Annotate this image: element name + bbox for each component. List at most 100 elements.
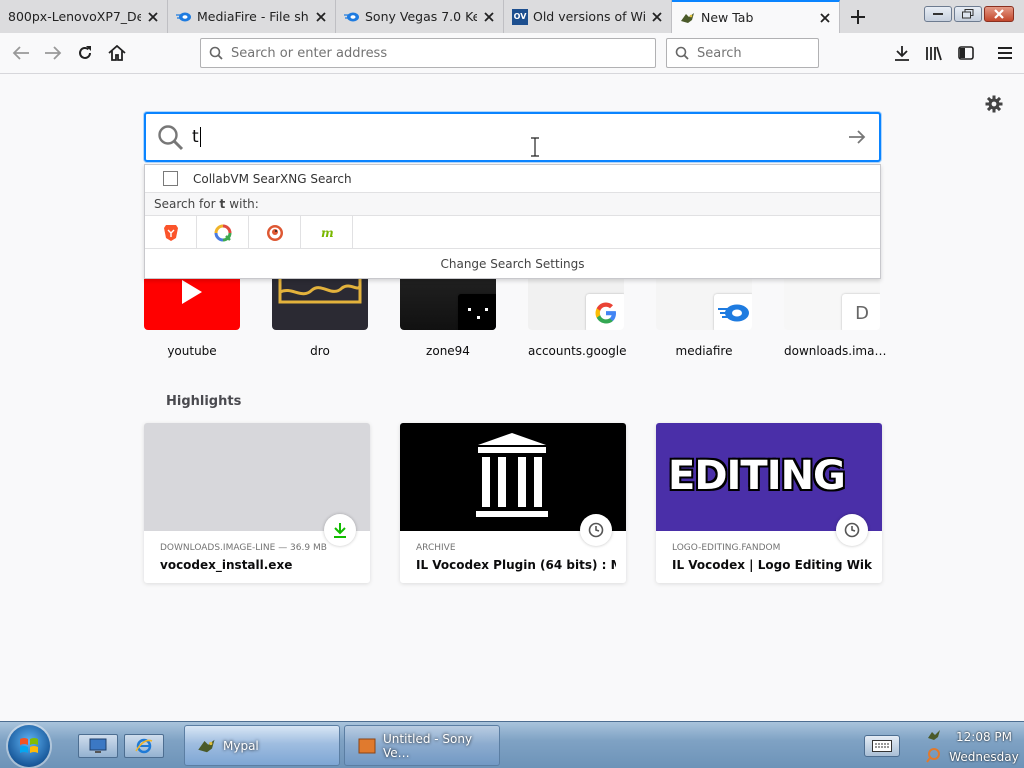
engine-checkbox[interactable] [163,171,178,186]
engine-button-row: m [145,216,880,249]
search-suggestions-dropdown: CollabVM SearXNG Search Search for t wit… [144,164,881,279]
tab-title: Sony Vegas 7.0 Keyg [365,9,477,24]
close-icon[interactable] [145,9,161,25]
zone94-thumbnail [400,272,496,330]
reload-icon [79,46,91,59]
show-desktop-button[interactable] [78,734,118,758]
tab-lenovo[interactable]: 800px-LenovoXP7_Deskt [0,0,168,33]
home-icon [108,45,126,61]
close-icon[interactable] [481,9,497,25]
mediafire-icon [176,9,192,25]
search-bar[interactable]: Search [666,38,819,68]
text-cursor-icon [531,137,539,157]
start-button[interactable] [8,725,50,767]
url-placeholder: Search or enter address [231,45,388,61]
search-input-value: t [192,127,199,147]
taskbar-button-mypal[interactable]: Mypal [184,725,340,766]
top-site-dro[interactable]: dro [272,272,368,358]
zone94-icon [458,294,496,330]
tab-strip: 800px-LenovoXP7_Deskt MediaFire - File s… [0,0,1024,33]
on-screen-keyboard-button[interactable] [864,735,900,757]
top-site-label: mediafire [675,344,733,358]
clock-time: 12:08 PM [956,730,1012,744]
internet-explorer-icon [135,738,153,754]
close-icon[interactable] [313,9,329,25]
top-site-accounts-google[interactable]: accounts.google [528,272,627,358]
top-site-youtube[interactable]: youtube [144,272,240,358]
engine-brave-button[interactable] [145,216,197,249]
text-caret [199,127,201,147]
volume-icon[interactable] [926,747,942,763]
customize-newtab-button[interactable] [984,94,1004,114]
highlight-card[interactable]: ARCHIVE IL Vocodex Plugin (64 bits) : MA… [400,423,626,583]
highlight-title: IL Vocodex | Logo Editing Wiki | … [672,558,872,572]
tab-new-tab[interactable]: New Tab [672,0,840,33]
sidebar-button[interactable] [951,39,981,67]
top-site-label: accounts.google [528,344,627,358]
mypal-icon [198,739,215,752]
desktop-icon [89,738,107,753]
url-bar[interactable]: Search or enter address [200,38,656,68]
internet-explorer-button[interactable] [124,734,164,758]
search-icon [158,125,184,151]
ov-icon: OV [512,8,528,25]
top-site-label: downloads.ima… [784,344,887,358]
change-search-settings-label: Change Search Settings [440,257,585,271]
search-for-header: Search for t with: [145,192,880,216]
highlight-title: IL Vocodex Plugin (64 bits) : MA… [416,558,616,572]
mediafire-thumbnail [656,272,752,330]
engine-qwant-button[interactable] [197,216,249,249]
tab-title: New Tab [701,10,754,25]
network-icon[interactable] [926,728,942,744]
top-site-label: zone94 [426,344,470,358]
back-button[interactable] [6,39,36,67]
search-icon [209,46,223,60]
tab-old-versions[interactable]: OV Old versions of Wind [504,0,672,33]
sidebar-icon [958,46,974,60]
qwant-icon [214,224,231,241]
keyboard-icon [872,740,892,752]
downloads-button[interactable] [887,39,917,67]
highlight-card[interactable]: EDITING LOGO-EDITING.FANDOM IL Vocodex |… [656,423,882,583]
arrow-right-icon[interactable] [847,127,867,147]
minimize-button[interactable] [924,6,952,22]
top-site-zone94[interactable]: zone94 [400,272,496,358]
top-site-mediafire[interactable]: mediafire [656,272,752,358]
newtab-search-input[interactable]: t [144,112,881,162]
search-icon [675,46,689,60]
search-placeholder: Search [697,45,742,61]
engine-mojeek-button[interactable]: m [301,216,353,249]
taskbar-button-sony-vegas[interactable]: Untitled - Sony Ve… [344,725,500,766]
taskbar-clock[interactable]: 12:08 PM Wednesday [946,727,1022,767]
menu-button[interactable] [990,39,1020,67]
engine-option-row[interactable]: CollabVM SearXNG Search [145,165,880,192]
library-button[interactable] [919,39,949,67]
letter-badge: D [842,294,880,330]
reload-button[interactable] [70,39,100,67]
new-tab-button[interactable] [844,0,872,33]
close-icon[interactable] [649,9,665,25]
forward-arrow-icon [45,46,62,60]
clock-day: Wednesday [949,750,1019,764]
clock-icon [580,514,612,546]
mypal-icon [680,10,696,26]
window-controls [924,6,1014,22]
close-window-button[interactable] [984,6,1014,22]
top-site-label: youtube [167,344,217,358]
sony-vegas-icon [358,738,376,753]
youtube-logo-icon [144,272,240,330]
tab-mediafire[interactable]: MediaFire - File shar [168,0,336,33]
highlight-card[interactable]: DOWNLOADS.IMAGE-LINE — 36.9 MB vocodex_i… [144,423,370,583]
top-site-downloads-image-line[interactable]: D downloads.ima… [784,272,887,358]
change-search-settings-button[interactable]: Change Search Settings [145,249,880,279]
mediafire-icon [344,9,360,25]
tab-sony-vegas[interactable]: Sony Vegas 7.0 Keyg [336,0,504,33]
engine-duckduckgo-button[interactable] [249,216,301,249]
back-arrow-icon [12,46,29,60]
forward-button[interactable] [38,39,68,67]
restore-button[interactable] [954,6,982,22]
close-icon[interactable] [817,10,833,26]
svg-text:m: m [321,226,334,240]
home-button[interactable] [102,39,132,67]
tab-title: MediaFire - File shar [197,9,309,24]
